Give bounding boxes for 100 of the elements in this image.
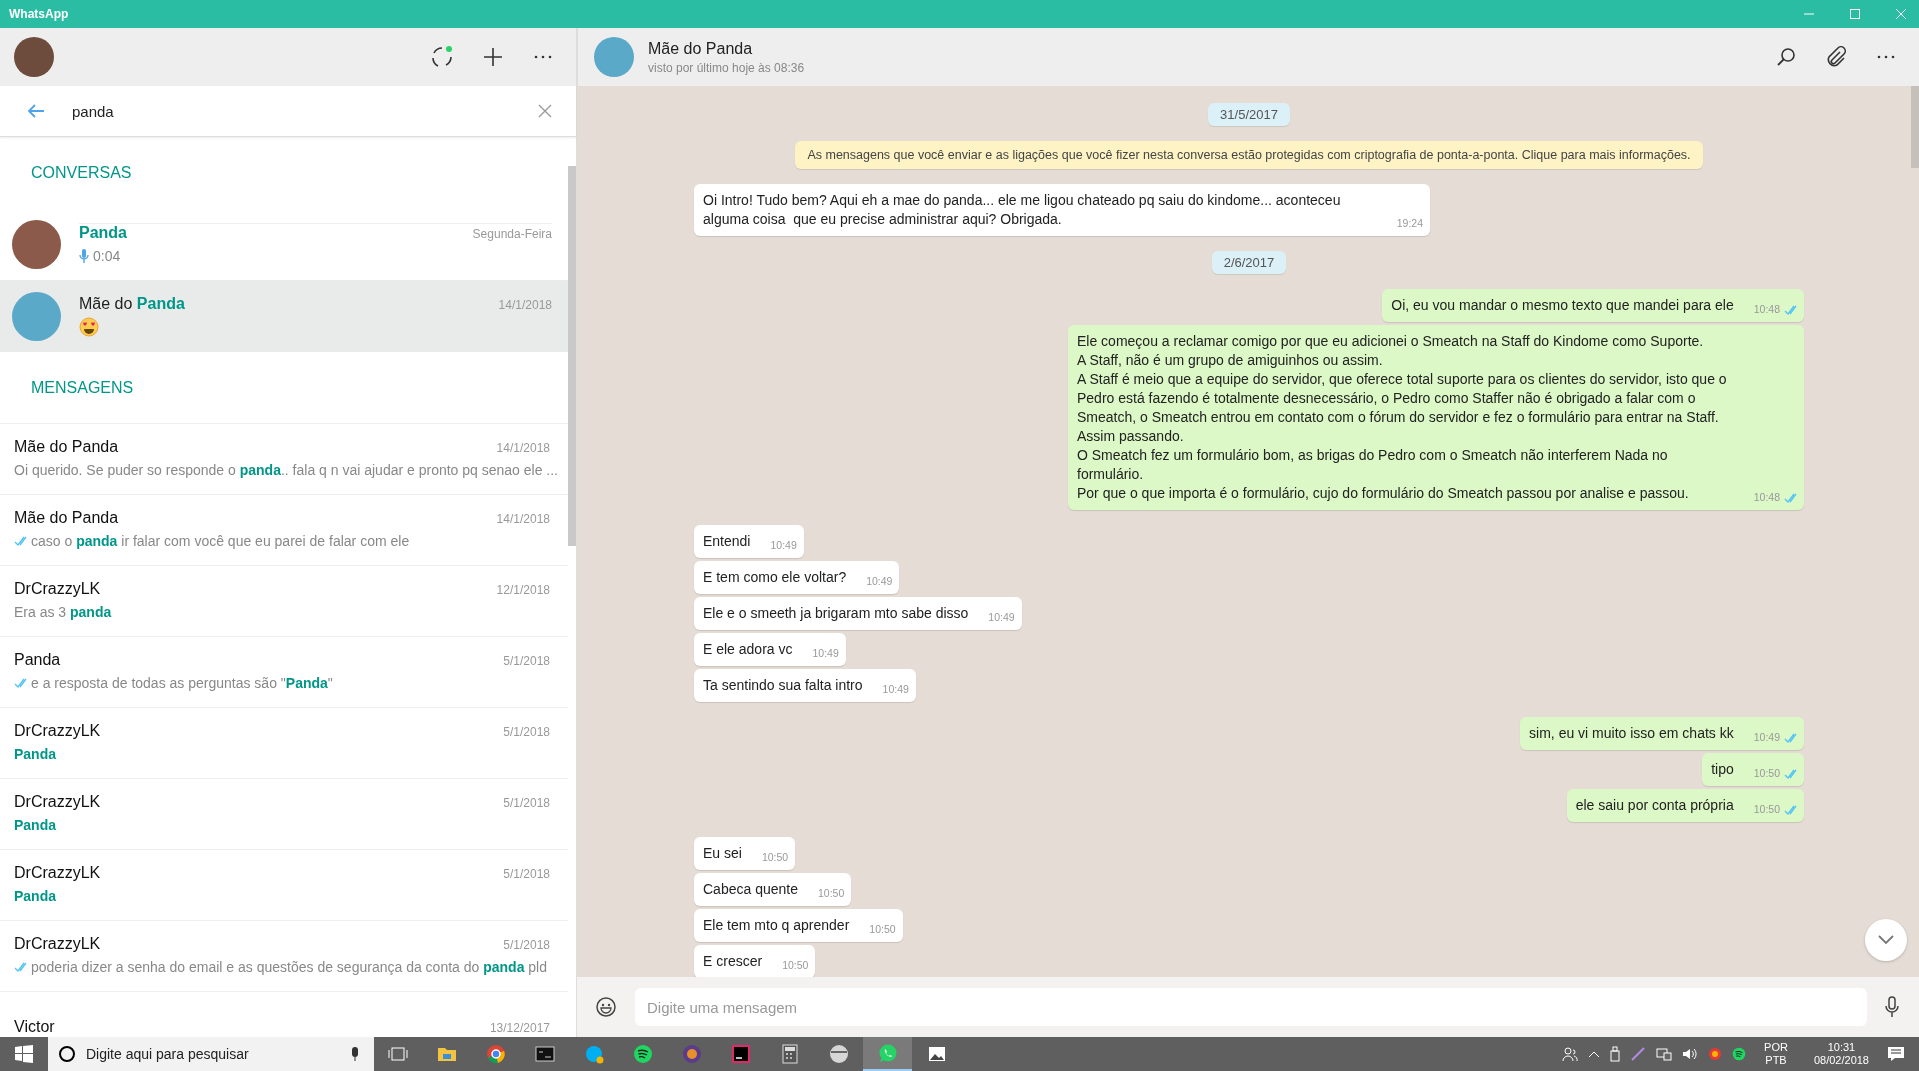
message-result[interactable]: DrCrazzyLK 5/1/2018 poderia dizer a senha do email e as questões de segurança da conta do panda pld <box>0 920 568 991</box>
encryption-notice[interactable]: As mensagens que você enviar e as ligações que você fizer nesta conversa estão protegidas com criptografia de ponta-a-ponta. Clique para mais informações. <box>795 141 1703 169</box>
message-text: Ele tem mto q aprender <box>703 916 850 935</box>
date-chip: 31/5/2017 <box>1208 103 1290 126</box>
contact-name: DrCrazzyLK <box>14 722 101 740</box>
clock-date[interactable]: 08/02/2018 <box>1813 1054 1869 1067</box>
message-text: Oi, eu vou mandar o mesmo texto que mandei para ele <box>1391 296 1734 315</box>
contact-name: Mãe do Panda <box>79 295 185 313</box>
last-seen-status: visto por último hoje às 08:36 <box>648 60 805 75</box>
message-preview: Era as 3 panda <box>14 604 112 620</box>
message-time: 10:49 <box>1753 730 1780 745</box>
volume-icon[interactable] <box>1682 1046 1699 1062</box>
message-preview: Panda <box>14 817 56 833</box>
window-title: WhatsApp <box>9 7 69 21</box>
message-time: 10:49 <box>988 610 1015 625</box>
message-result[interactable]: Mãe do Panda 14/1/2018 caso o panda ir falar com você que eu parei de falar com ele <box>0 494 568 565</box>
message-date: 13/12/2017 <box>489 1021 550 1035</box>
message-date: 5/1/2018 <box>503 938 550 952</box>
message-time: 19:24 <box>1396 216 1423 231</box>
message-time: 10:50 <box>1753 766 1780 781</box>
message-time: 10:50 <box>782 958 809 973</box>
input-language[interactable]: POR <box>1764 1041 1788 1054</box>
task-view-icon[interactable] <box>388 1046 408 1062</box>
game-icon[interactable] <box>681 1044 702 1064</box>
message-text: E crescer <box>703 952 763 971</box>
message-result[interactable]: Panda 5/1/2018 e a resposta de todas as perguntas são "Panda" <box>0 636 568 707</box>
message-text: E tem como ele voltar? <box>703 568 847 587</box>
terminal-icon[interactable] <box>534 1044 555 1064</box>
message-text: Ele e o smeeth ja brigaram mto sabe disso <box>703 604 969 623</box>
keyboard-layout[interactable]: PTB <box>1765 1054 1787 1067</box>
contact-avatar <box>12 219 61 269</box>
message-result[interactable]: DrCrazzyLK 5/1/2018 Panda <box>0 849 568 920</box>
message-date: 5/1/2018 <box>503 654 550 668</box>
message-date: 5/1/2018 <box>503 796 550 810</box>
whatsapp-icon[interactable] <box>877 1043 898 1063</box>
message-date: 5/1/2018 <box>503 867 550 881</box>
contact-name: DrCrazzyLK <box>14 935 101 953</box>
microphone-icon[interactable] <box>1885 996 1899 1018</box>
message-time: 10:49 <box>770 538 797 553</box>
notification-badge-icon[interactable] <box>1708 1047 1723 1061</box>
message-text: Ta sentindo sua falta intro <box>703 676 863 695</box>
chevron-down-icon <box>1878 935 1894 945</box>
people-icon[interactable] <box>1562 1046 1579 1062</box>
calculator-icon[interactable] <box>779 1044 800 1064</box>
search-placeholder: Digite aqui para pesquisar <box>86 1046 250 1062</box>
usb-drive-icon[interactable] <box>1610 1046 1621 1062</box>
message-time: 10:50 <box>869 922 896 937</box>
message-date: 14/1/2018 <box>496 512 550 526</box>
windows-start-icon[interactable] <box>15 1045 33 1063</box>
conversation-item[interactable]: Mãe do Panda 14/1/2018 <box>0 280 568 352</box>
skype-icon[interactable] <box>583 1044 604 1064</box>
new-chat-icon[interactable] <box>482 46 504 68</box>
message-result[interactable]: DrCrazzyLK 5/1/2018 Panda <box>0 707 568 778</box>
action-center-icon[interactable] <box>1887 1046 1905 1062</box>
message-preview: e a resposta de todas as perguntas são "Panda" <box>31 675 333 691</box>
scrollbar-thumb[interactable] <box>1911 86 1919 168</box>
network-icon[interactable] <box>1656 1046 1673 1062</box>
spotify-icon[interactable] <box>632 1044 653 1064</box>
message-time: 10:49 <box>812 646 839 661</box>
message-text: ele saiu por conta própria <box>1575 796 1734 815</box>
contact-name: Victor <box>14 1018 55 1036</box>
section-heading: CONVERSAS <box>30 163 133 183</box>
message-result[interactable]: DrCrazzyLK 5/1/2018 Panda <box>0 778 568 849</box>
profile-avatar[interactable] <box>14 37 54 77</box>
message-text: Oi Intro! Tudo bem? Aqui eh a mae do panda... ele me ligou chateado pq saiu do kindome... aconteceu alguma coisa que eu precise administrar aqui? Obrigada. <box>703 191 1342 229</box>
heart-eyes-emoji-icon <box>79 317 99 337</box>
taskbar-search-field[interactable]: Digite aqui para pesquisar <box>48 1037 374 1071</box>
conversation-item[interactable]: Panda Segunda-Feira 0:04 <box>0 208 568 280</box>
microphone-icon <box>79 247 89 264</box>
photos-icon[interactable] <box>926 1044 947 1064</box>
chrome-browser-icon[interactable] <box>485 1044 506 1064</box>
message-time: 10:50 <box>817 886 845 901</box>
message-text: Cabeca quente <box>703 880 798 899</box>
message-time: 10:48 <box>1753 490 1780 505</box>
message-time: 10:49 <box>882 682 909 697</box>
message-text: Ele começou a reclamar comigo por que eu adicionei o Smeatch na Staff do Kindome como Suporte. A Staff, não é um grupo de amiguinhos ou assim. A Staff é meio que a equipe do servidor, que oferece total suporte para os clientes do servidor, isto que o Pedro está fazendo é totalmente desnecessário, o Pedro como Staffer não é obrigado a falar com o Smeatch, o Smeatch entrou em contato com o fórum do servidor e fez o formulário para entrar na Staff. Assim passando. O Smeatch fez um formulário bom, as brigas do Pedro com o Smeatch não interferem Nada no formulário. Por que o que importa é o formulário, cujo do formulário do Smeatch passou por analise e passou. <box>1077 332 1728 503</box>
message-text: E ele adora vc <box>703 640 793 659</box>
message-time: 10:50 <box>761 850 789 865</box>
message-result[interactable]: DrCrazzyLK 12/1/2018 Era as 3 panda <box>0 565 568 636</box>
contact-name: Mãe do Panda <box>14 438 119 456</box>
scrollbar-thumb[interactable] <box>568 166 576 546</box>
clear-search-icon[interactable] <box>538 104 552 118</box>
message-preview: Oi querido. Se puder so responde o panda.. fala q n vai ajudar e pronto pq senao ele ... <box>14 462 558 478</box>
message-input[interactable]: Digite uma mensagem <box>635 988 1867 1026</box>
contact-avatar <box>12 291 61 341</box>
message-date: 5/1/2018 <box>503 725 550 739</box>
spotify-icon[interactable] <box>1732 1047 1747 1061</box>
message-preview: caso o panda ir falar com você que eu parei de falar com ele <box>31 533 410 549</box>
message-preview: Panda <box>14 888 56 904</box>
emoji-icon[interactable] <box>595 996 617 1018</box>
caret-up-icon[interactable] <box>1588 1050 1601 1058</box>
disc-icon[interactable] <box>828 1044 849 1064</box>
message-preview: Panda <box>14 746 56 762</box>
message-preview: poderia dizer a senha do email e as questões de segurança da conta do panda pld <box>31 959 547 975</box>
status-icon[interactable] <box>430 45 454 69</box>
search-icon[interactable] <box>1775 46 1797 68</box>
paperclip-icon[interactable] <box>1825 46 1847 68</box>
clock-time[interactable]: 10:31 <box>1827 1041 1856 1054</box>
conversation-date: 14/1/2018 <box>498 298 552 312</box>
ide-icon[interactable] <box>730 1044 751 1064</box>
